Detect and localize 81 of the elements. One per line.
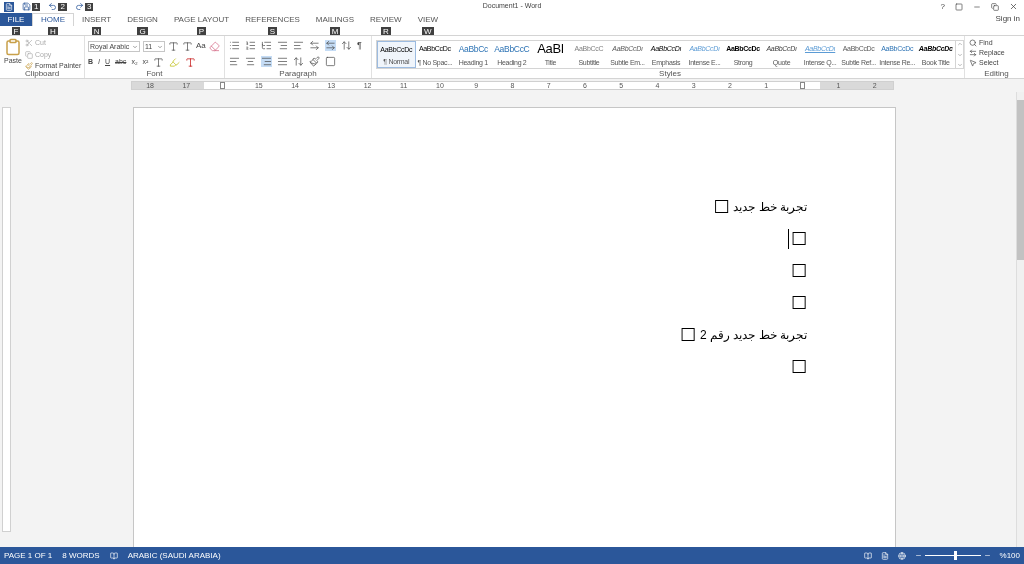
eraser-icon[interactable] <box>208 40 220 52</box>
key-tip: 1 <box>32 3 41 11</box>
group-label: Editing <box>983 69 1010 78</box>
ribbon-tab[interactable]: REVIEW <box>362 13 410 26</box>
caret-icon[interactable] <box>132 43 138 50</box>
justify-icon[interactable] <box>277 56 288 67</box>
group-label: Styles <box>658 69 682 78</box>
shading-icon[interactable] <box>309 56 320 67</box>
ribbon-tab[interactable]: MAILINGS <box>307 13 363 26</box>
sort-icon[interactable] <box>341 40 352 51</box>
align-left-icon[interactable] <box>229 56 240 67</box>
ribbon-tab[interactable]: INSERT <box>74 13 120 26</box>
borders-icon[interactable] <box>325 56 336 67</box>
line-spacing-icon[interactable] <box>293 56 304 67</box>
ribbon-tab[interactable]: VIEW <box>409 13 447 26</box>
indent-marker[interactable] <box>220 82 226 89</box>
key-tip: 3 <box>84 3 94 11</box>
style-preview: AaBl <box>537 42 564 56</box>
indent-marker[interactable] <box>799 82 805 89</box>
zoom-level[interactable]: %100 <box>999 549 1020 562</box>
text-effects-icon[interactable] <box>153 57 165 68</box>
checkbox-symbol: ☐ <box>789 261 807 281</box>
page-count[interactable]: PAGE 1 OF 1 <box>4 549 53 562</box>
language-indicator[interactable]: ARABIC (SAUDI ARABIA) <box>127 549 221 562</box>
word-count[interactable]: 8 WORDS <box>62 549 100 562</box>
copy-icon <box>25 50 33 59</box>
style-preview: AaBbCc <box>458 43 488 56</box>
document-text: تجربة خط جديد <box>733 199 807 216</box>
key-tip: 2 <box>58 3 67 11</box>
ribbon-tab[interactable]: DESIGN <box>119 13 166 26</box>
search-icon <box>969 38 977 47</box>
caret-icon[interactable] <box>157 43 163 50</box>
align-center-icon[interactable] <box>245 56 256 67</box>
restore-icon[interactable] <box>991 2 999 11</box>
file-tab[interactable]: FILE <box>0 13 32 26</box>
paste-icon[interactable] <box>4 38 22 56</box>
save-icon[interactable] <box>22 2 31 11</box>
shrink-font-icon[interactable] <box>182 40 193 52</box>
bullets-icon[interactable] <box>229 40 240 51</box>
checkbox-symbol: ☐ <box>789 357 807 377</box>
checkbox-symbol: ☐ <box>678 325 696 345</box>
group-label: Font <box>145 69 164 78</box>
numbering-icon[interactable] <box>245 40 256 51</box>
grow-font-icon[interactable] <box>168 40 179 52</box>
style-preview: AaBbCcC <box>494 43 530 56</box>
ribbon-tab[interactable]: REFERENCES <box>237 13 308 26</box>
document-page[interactable]: تجربة خط جديد ☐ ☐ ☐ ☐ تجربة خط جديد رقم 2 ☐ ☐ <box>133 107 896 547</box>
scissors-icon <box>25 39 33 48</box>
close-icon[interactable] <box>1009 2 1018 11</box>
read-mode-icon[interactable] <box>863 551 872 560</box>
font-color-icon[interactable] <box>185 57 197 68</box>
paintbrush-icon <box>25 62 33 71</box>
help-button[interactable]: ? <box>940 0 945 13</box>
group-label: Paragraph <box>278 69 318 78</box>
indent-icon[interactable] <box>293 40 304 51</box>
change-case-button[interactable]: Aa <box>196 40 206 52</box>
proofing-icon[interactable] <box>109 551 118 560</box>
pointer-icon <box>969 58 977 67</box>
redo-icon[interactable] <box>74 2 84 11</box>
show-marks-button[interactable]: ¶ <box>357 41 362 50</box>
group-label: Clipboard <box>23 69 61 78</box>
checkbox-symbol: ☐ <box>712 197 730 217</box>
rtl-icon[interactable] <box>325 40 336 51</box>
scrollbar[interactable] <box>1016 92 1024 547</box>
zoom-thumb[interactable] <box>954 551 958 560</box>
sign-in-link[interactable]: Sign in <box>995 13 1024 25</box>
indent-icon[interactable] <box>277 40 288 51</box>
align-right-icon[interactable] <box>261 56 272 67</box>
print-layout-icon[interactable] <box>880 551 889 560</box>
ribbon-tab[interactable]: PAGE LAYOUT <box>165 13 238 26</box>
web-layout-icon[interactable] <box>897 551 906 560</box>
ribbon-display-icon[interactable] <box>955 2 963 11</box>
document-text: تجربة خط جديد رقم 2 <box>699 327 807 344</box>
multilevel-list-icon[interactable] <box>261 40 272 51</box>
ltr-icon[interactable] <box>309 40 320 51</box>
undo-icon[interactable] <box>48 2 58 11</box>
checkbox-symbol: ☐ <box>789 293 807 313</box>
ribbon-tab[interactable]: HOME <box>32 13 74 26</box>
zoom-out-icon[interactable] <box>914 552 922 559</box>
app-icon[interactable] <box>4 1 14 12</box>
replace-icon <box>969 48 977 57</box>
